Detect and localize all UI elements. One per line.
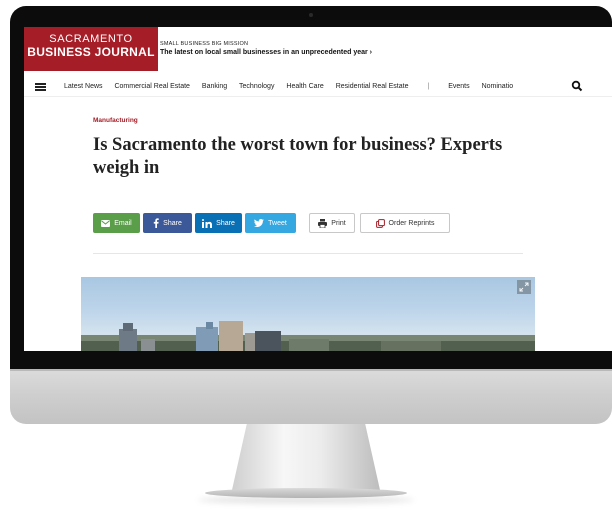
linkedin-icon — [202, 218, 213, 228]
skyline-image — [81, 321, 535, 351]
article-headline: Is Sacramento the worst town for busines… — [93, 135, 503, 178]
facebook-share-button[interactable]: Share — [143, 213, 192, 233]
browser-screen: SACRAMENTO BUSINESS JOURNAL SMALL BUSINE… — [24, 27, 612, 351]
linkedin-share-button[interactable]: Share — [195, 213, 242, 233]
order-reprints-label: Order Reprints — [388, 219, 435, 227]
hamburger-icon[interactable] — [35, 83, 46, 91]
promo-banner[interactable]: SMALL BUSINESS BIG MISSION The latest on… — [160, 41, 372, 58]
printer-icon — [318, 218, 328, 228]
monitor-chin-edge — [10, 369, 612, 371]
nav-item-banking[interactable]: Banking — [202, 83, 227, 90]
expand-icon[interactable] — [517, 280, 531, 294]
print-button[interactable]: Print — [309, 213, 355, 233]
reprints-icon — [375, 218, 385, 228]
facebook-icon — [153, 218, 159, 228]
article-category-link[interactable]: Manufacturing — [93, 117, 138, 124]
nav-item-residential-real-estate[interactable]: Residential Real Estate — [336, 83, 409, 90]
masthead: SACRAMENTO BUSINESS JOURNAL SMALL BUSINE… — [24, 27, 612, 71]
email-share-label: Email — [114, 219, 132, 227]
camera-icon — [309, 13, 313, 17]
monitor-chin — [10, 369, 612, 424]
main-nav: Latest News Commercial Real Estate Banki… — [24, 77, 612, 97]
monitor-stand-neck — [232, 424, 380, 490]
nav-item-events[interactable]: Events — [448, 83, 469, 90]
twitter-share-button[interactable]: Tweet — [245, 213, 296, 233]
print-label: Print — [331, 219, 346, 227]
facebook-share-label: Share — [163, 219, 182, 227]
nav-items: Latest News Commercial Real Estate Banki… — [64, 83, 513, 90]
search-icon[interactable] — [571, 80, 583, 92]
envelope-icon — [101, 219, 111, 227]
nav-item-latest-news[interactable]: Latest News — [64, 83, 103, 90]
promo-headline-link[interactable]: The latest on local small businesses in … — [160, 48, 372, 58]
logo-line-2: BUSINESS JOURNAL — [27, 45, 155, 59]
desktop-scene: SACRAMENTO BUSINESS JOURNAL SMALL BUSINE… — [0, 0, 612, 510]
nav-item-nominations[interactable]: Nominatio — [482, 83, 514, 90]
promo-kicker: SMALL BUSINESS BIG MISSION — [160, 41, 249, 47]
site-logo[interactable]: SACRAMENTO BUSINESS JOURNAL — [24, 27, 158, 71]
order-reprints-button[interactable]: Order Reprints — [360, 213, 450, 233]
divider — [93, 253, 523, 254]
linkedin-share-label: Share — [216, 219, 235, 227]
twitter-icon — [254, 219, 265, 227]
monitor-stand-base — [205, 488, 407, 498]
email-share-button[interactable]: Email — [93, 213, 140, 233]
nav-item-health-care[interactable]: Health Care — [286, 83, 323, 90]
twitter-share-label: Tweet — [268, 219, 287, 227]
article-hero-image[interactable] — [81, 277, 535, 351]
nav-item-technology[interactable]: Technology — [239, 83, 274, 90]
logo-line-1: SACRAMENTO — [49, 33, 133, 45]
nav-separator: | — [427, 83, 430, 90]
nav-item-commercial-real-estate[interactable]: Commercial Real Estate — [114, 83, 189, 90]
